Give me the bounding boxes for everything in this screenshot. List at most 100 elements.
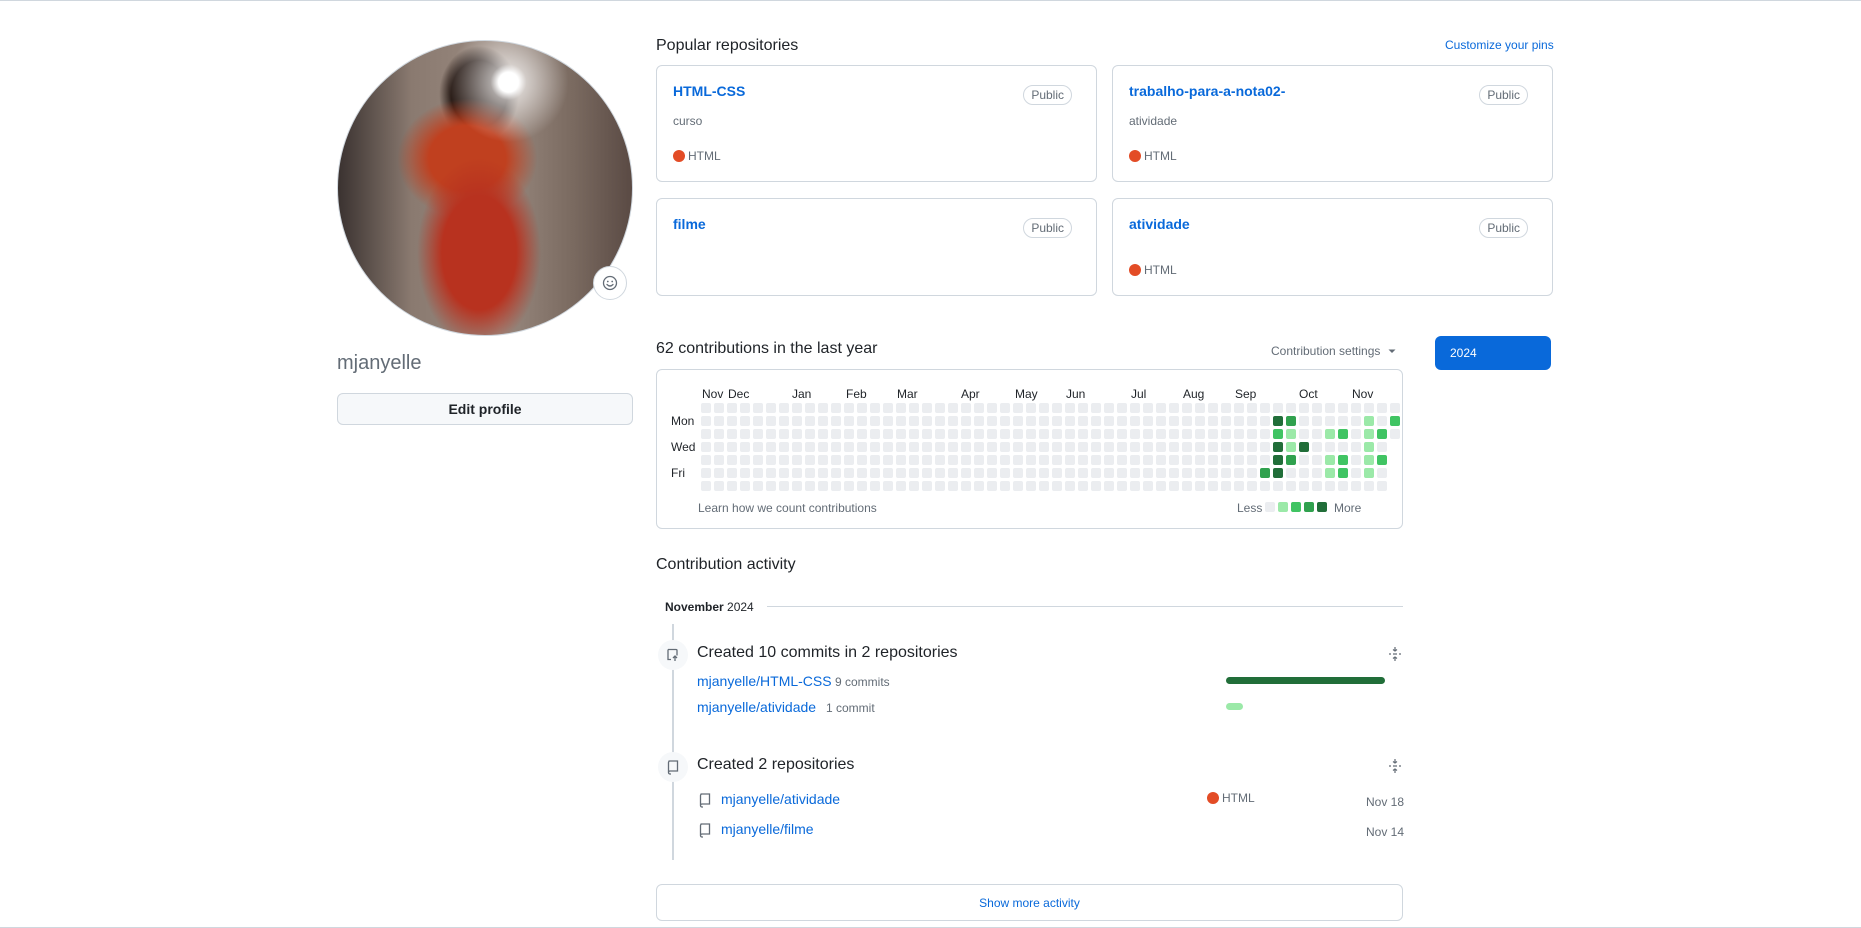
contribution-day-cell[interactable] [883,481,893,491]
contribution-day-cell[interactable] [727,468,737,478]
contribution-day-cell[interactable] [948,429,958,439]
contribution-day-cell[interactable] [1221,455,1231,465]
contribution-day-cell[interactable] [1377,455,1387,465]
contribution-day-cell[interactable] [948,442,958,452]
contribution-day-cell[interactable] [701,455,711,465]
created-repo-link[interactable]: mjanyelle/atividade [721,791,840,807]
contribution-day-cell[interactable] [766,468,776,478]
contribution-day-cell[interactable] [1299,403,1309,413]
contribution-day-cell[interactable] [1351,481,1361,491]
contribution-day-cell[interactable] [1182,481,1192,491]
created-repo-link[interactable]: mjanyelle/filme [721,821,814,837]
contribution-day-cell[interactable] [974,416,984,426]
contribution-day-cell[interactable] [818,481,828,491]
contribution-day-cell[interactable] [987,468,997,478]
contribution-day-cell[interactable] [1065,416,1075,426]
contribution-day-cell[interactable] [935,455,945,465]
pinned-repo-name[interactable]: HTML-CSS [673,83,745,99]
contribution-day-cell[interactable] [1000,468,1010,478]
fold-icon[interactable] [1387,646,1403,662]
contribution-day-cell[interactable] [1065,455,1075,465]
contribution-day-cell[interactable] [831,403,841,413]
contribution-day-cell[interactable] [1364,403,1374,413]
contribution-day-cell[interactable] [792,429,802,439]
contribution-day-cell[interactable] [1364,429,1374,439]
contribution-day-cell[interactable] [1325,429,1335,439]
pinned-repo-name[interactable]: atividade [1129,216,1190,232]
contribution-day-cell[interactable] [753,416,763,426]
contribution-day-cell[interactable] [1130,468,1140,478]
contribution-day-cell[interactable] [1325,455,1335,465]
contribution-day-cell[interactable] [1117,468,1127,478]
contribution-day-cell[interactable] [753,442,763,452]
contribution-day-cell[interactable] [844,468,854,478]
contribution-day-cell[interactable] [1169,468,1179,478]
contribution-day-cell[interactable] [701,429,711,439]
contribution-day-cell[interactable] [766,429,776,439]
year-2024-button[interactable]: 2024 [1435,336,1551,370]
contribution-day-cell[interactable] [1312,403,1322,413]
contribution-day-cell[interactable] [831,481,841,491]
contribution-day-cell[interactable] [1000,403,1010,413]
contribution-day-cell[interactable] [948,403,958,413]
contribution-day-cell[interactable] [1208,442,1218,452]
show-more-activity-button[interactable]: Show more activity [656,884,1403,921]
contribution-day-cell[interactable] [1065,442,1075,452]
contribution-day-cell[interactable] [701,468,711,478]
contribution-day-cell[interactable] [1325,403,1335,413]
contribution-day-cell[interactable] [948,416,958,426]
contribution-day-cell[interactable] [1260,481,1270,491]
contribution-day-cell[interactable] [922,442,932,452]
contribution-day-cell[interactable] [1273,416,1283,426]
contribution-day-cell[interactable] [1091,429,1101,439]
contribution-day-cell[interactable] [844,403,854,413]
contribution-day-cell[interactable] [766,442,776,452]
contribution-day-cell[interactable] [1130,455,1140,465]
contribution-day-cell[interactable] [1273,429,1283,439]
contribution-day-cell[interactable] [1221,468,1231,478]
contribution-day-cell[interactable] [1026,429,1036,439]
contribution-day-cell[interactable] [1182,442,1192,452]
contribution-day-cell[interactable] [1091,455,1101,465]
contribution-day-cell[interactable] [1078,481,1088,491]
contribution-day-cell[interactable] [766,403,776,413]
contribution-day-cell[interactable] [1377,468,1387,478]
contribution-day-cell[interactable] [1195,403,1205,413]
contribution-day-cell[interactable] [1351,429,1361,439]
contribution-day-cell[interactable] [779,429,789,439]
contribution-day-cell[interactable] [1234,403,1244,413]
contribution-day-cell[interactable] [909,416,919,426]
contribution-day-cell[interactable] [1013,481,1023,491]
contribution-day-cell[interactable] [1013,403,1023,413]
contribution-day-cell[interactable] [805,403,815,413]
contribution-day-cell[interactable] [1117,416,1127,426]
contribution-day-cell[interactable] [1078,455,1088,465]
contribution-day-cell[interactable] [1104,481,1114,491]
contribution-day-cell[interactable] [1026,468,1036,478]
contribution-day-cell[interactable] [766,455,776,465]
contribution-day-cell[interactable] [727,429,737,439]
contribution-day-cell[interactable] [974,468,984,478]
contribution-day-cell[interactable] [701,403,711,413]
contribution-day-cell[interactable] [883,468,893,478]
contribution-day-cell[interactable] [1325,468,1335,478]
contribution-day-cell[interactable] [909,429,919,439]
contribution-day-cell[interactable] [1065,481,1075,491]
contribution-day-cell[interactable] [1130,416,1140,426]
contribution-day-cell[interactable] [1013,442,1023,452]
contribution-day-cell[interactable] [779,442,789,452]
contribution-day-cell[interactable] [766,481,776,491]
contribution-day-cell[interactable] [1065,429,1075,439]
contribution-day-cell[interactable] [1026,416,1036,426]
contribution-day-cell[interactable] [831,442,841,452]
contribution-day-cell[interactable] [1000,429,1010,439]
contribution-day-cell[interactable] [935,416,945,426]
commit-count[interactable]: 1 commit [826,701,875,715]
contribution-day-cell[interactable] [1299,468,1309,478]
contribution-day-cell[interactable] [1195,481,1205,491]
contribution-day-cell[interactable] [1143,455,1153,465]
contribution-day-cell[interactable] [987,455,997,465]
contribution-day-cell[interactable] [1338,442,1348,452]
contribution-day-cell[interactable] [1364,455,1374,465]
contribution-day-cell[interactable] [883,442,893,452]
